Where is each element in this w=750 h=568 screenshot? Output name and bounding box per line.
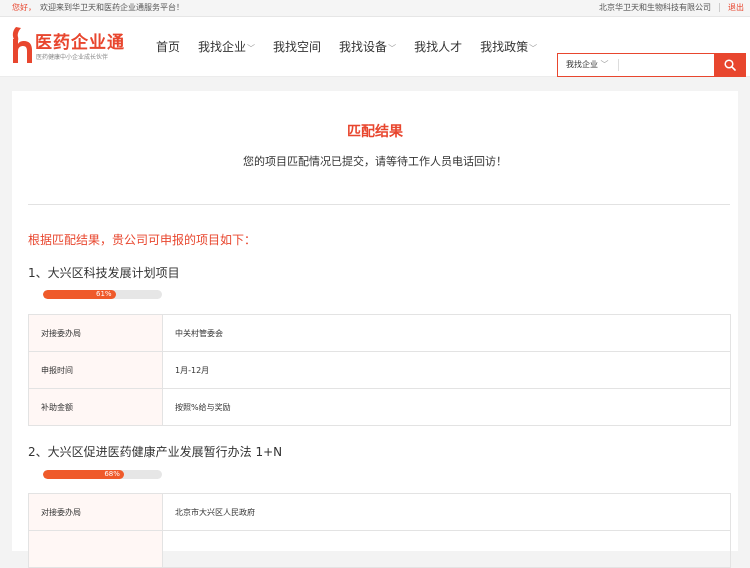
nav-label: 我找企业 [198,40,247,54]
search-category-label: 我找企业 [566,60,598,69]
search-box: 我找企业 ﹀ [557,53,746,77]
nav-item-find-company[interactable]: 我找企业﹀ [198,17,255,77]
logo[interactable]: 医药企业通 医药健康中小企业成长伙伴 [10,25,140,69]
row-key: 对接委办局 [28,314,163,352]
search-icon [724,59,736,71]
divider [719,3,720,12]
result-panel: 匹配结果 您的项目匹配情况已提交，请等待工作人员电话回访！ 根据匹配结果，贵公司… [12,91,738,568]
progress-label: 61% [96,290,112,298]
top-bar: 您好， 欢迎来到华卫天和医药企业通服务平台！ 北京华卫天和生物科技有限公司 退出 [0,0,750,17]
match-progress-bar: 61% [43,290,162,299]
project-info-table: 对接委办局 北京市大兴区人民政府 [28,493,731,568]
greeting: 您好， [12,3,36,12]
nav-item-home[interactable]: 首页 [156,17,180,77]
welcome-message: 欢迎来到华卫天和医药企业通服务平台！ [40,3,184,12]
nav-label: 首页 [156,40,181,54]
nav-label: 我找人才 [414,40,463,54]
nav-item-find-talent[interactable]: 我找人才 [414,17,462,77]
table-row: 对接委办局 中关村管委会 [28,314,731,352]
search-category-select[interactable]: 我找企业 ﹀ [566,54,609,76]
logout-link[interactable]: 退出 [728,3,744,12]
row-value: 北京市大兴区人民政府 [162,493,731,531]
row-key: 补助金额 [28,388,163,426]
nav-label: 我找政策 [480,40,529,54]
divider [28,204,730,205]
user-area: 北京华卫天和生物科技有限公司 退出 [599,0,744,16]
chevron-down-icon: ﹀ [529,44,538,53]
progress-fill: 61% [43,290,116,299]
row-value [162,530,731,568]
result-title: 匹配结果 [347,124,403,140]
row-value: 1月-12月 [162,351,731,389]
welcome-text: 您好， 欢迎来到华卫天和医药企业通服务平台！ [12,0,184,16]
project-info-table: 对接委办局 中关村管委会 申报时间 1月-12月 补助金额 按照%给与奖励 [28,314,731,426]
table-row: 对接委办局 北京市大兴区人民政府 [28,493,731,531]
divider [618,59,619,71]
chevron-down-icon: ﹀ [247,44,256,53]
progress-fill: 68% [43,470,124,479]
nav-item-find-space[interactable]: 我找空间 [273,17,321,77]
row-value: 按照%给与奖励 [162,388,731,426]
row-key: 申报时间 [28,351,163,389]
nav-label: 我找空间 [273,40,322,54]
main-nav: 首页 我找企业﹀ 我找空间 我找设备﹀ 我找人才 我找政策﹀ [147,17,546,77]
table-row: 补助金额 按照%给与奖励 [28,388,731,426]
logo-mark-icon [12,27,32,63]
table-row: 申报时间 1月-12月 [28,351,731,389]
project-title: 1、大兴区科技发展计划项目 [28,266,180,280]
chevron-down-icon: ﹀ [388,44,397,53]
row-key: 对接委办局 [28,493,163,531]
result-subtitle: 您的项目匹配情况已提交，请等待工作人员电话回访！ [243,155,507,168]
nav-item-find-equipment[interactable]: 我找设备﹀ [339,17,396,77]
row-value: 中关村管委会 [162,314,731,352]
search-input[interactable] [622,56,712,74]
table-row [28,530,731,568]
company-name[interactable]: 北京华卫天和生物科技有限公司 [599,3,711,12]
logo-slogan: 医药健康中小企业成长伙伴 [36,54,109,61]
search-button[interactable] [714,53,746,77]
header: 医药企业通 医药健康中小企业成长伙伴 首页 我找企业﹀ 我找空间 我找设备﹀ 我… [0,17,750,77]
result-intro: 根据匹配结果，贵公司可申报的项目如下： [28,233,257,247]
nav-item-find-policy[interactable]: 我找政策﹀ [480,17,537,77]
nav-label: 我找设备 [339,40,388,54]
logo-name: 医药企业通 [35,33,125,53]
row-key [28,530,163,568]
chevron-down-icon: ﹀ [600,60,609,69]
progress-label: 68% [104,470,120,478]
match-progress-bar: 68% [43,470,162,479]
project-title: 2、大兴区促进医药健康产业发展暂行办法 1+N [28,445,283,459]
